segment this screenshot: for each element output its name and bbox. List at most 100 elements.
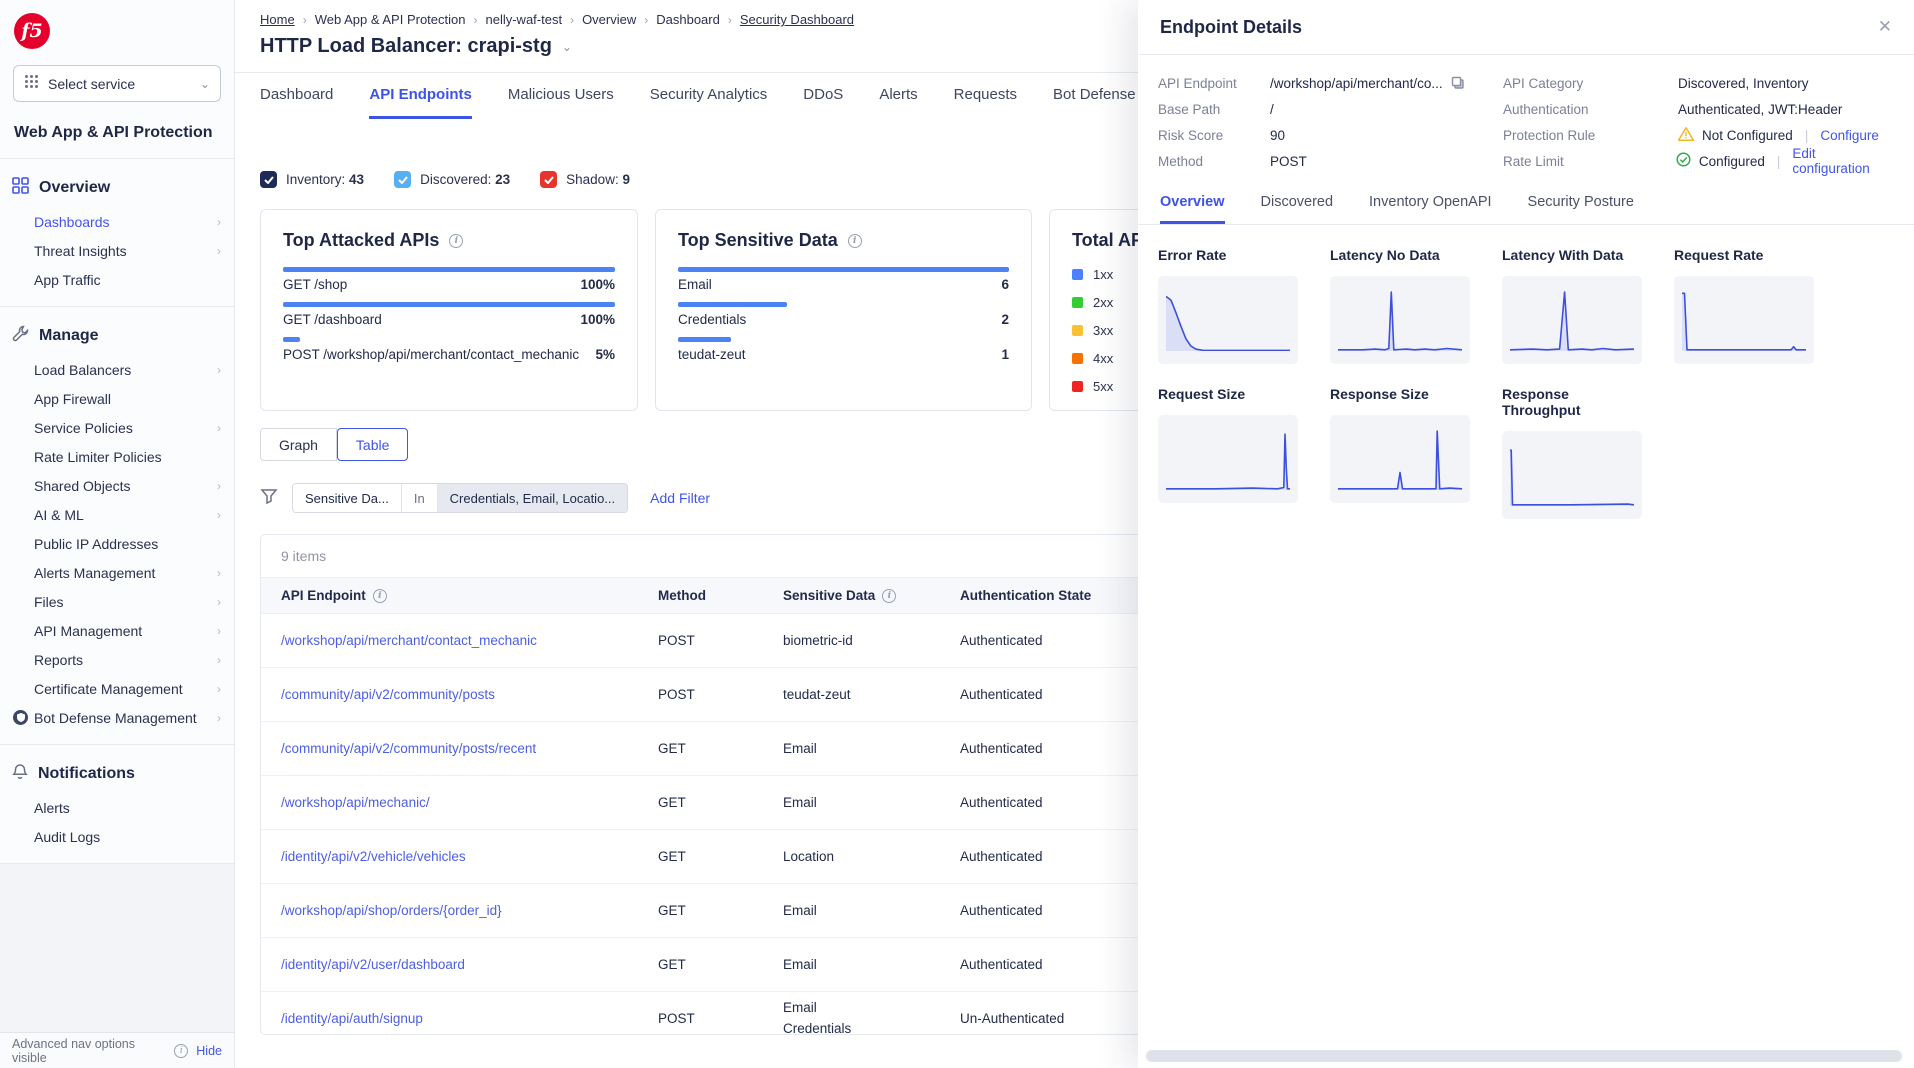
panel-tab-overview[interactable]: Overview	[1160, 183, 1225, 224]
sidebar-item-load-balancers[interactable]: Load Balancers ›	[0, 355, 234, 384]
endpoint-link[interactable]: /workshop/api/mechanic/	[281, 795, 430, 810]
nav-section-notifications: Notifications Alerts Audit Logs	[0, 745, 234, 864]
endpoint-link[interactable]: /workshop/api/shop/orders/{order_id}	[281, 903, 502, 918]
sidebar-item-threat-insights[interactable]: Threat Insights ›	[0, 236, 234, 265]
breadcrumb-waap[interactable]: Web App & API Protection	[315, 12, 466, 27]
shadow-checkbox[interactable]	[540, 171, 557, 188]
panel-title: Endpoint Details	[1160, 17, 1302, 38]
horizontal-scrollbar[interactable]	[1146, 1050, 1902, 1062]
filter-operator[interactable]: In	[401, 484, 438, 512]
bar	[283, 267, 615, 272]
breadcrumb-home[interactable]: Home	[260, 12, 295, 27]
sidebar-item-api-management[interactable]: API Management ›	[0, 616, 234, 645]
tab-dashboard[interactable]: Dashboard	[260, 73, 333, 119]
tab-bot-defense[interactable]: Bot Defense	[1053, 73, 1136, 119]
sidebar-item-label: Dashboards	[34, 214, 110, 230]
method-cell: GET	[658, 938, 783, 992]
sidebar-item-certificate-management[interactable]: Certificate Management ›	[0, 674, 234, 703]
breadcrumb-namespace[interactable]: nelly-waf-test	[485, 12, 562, 27]
col-sensitive-data: Sensitive Datai	[783, 588, 960, 603]
panel-tab-inventory-openapi[interactable]: Inventory OpenAPI	[1369, 183, 1492, 224]
filter-value[interactable]: Credentials, Email, Locatio...	[438, 484, 627, 512]
sidebar-item-app-firewall[interactable]: App Firewall	[0, 384, 234, 413]
inventory-checkbox[interactable]	[260, 171, 277, 188]
table-row[interactable]: /identity/api/auth/signup POST EmailCred…	[261, 992, 1260, 1036]
table-row[interactable]: /identity/api/v2/vehicle/vehicles GET Lo…	[261, 830, 1260, 884]
filter-field[interactable]: Sensitive Da...	[293, 484, 401, 512]
table-row[interactable]: /identity/api/v2/user/dashboard GET Emai…	[261, 938, 1260, 992]
tab-security-analytics[interactable]: Security Analytics	[650, 73, 768, 119]
title-dropdown-chevron-icon[interactable]: ⌄	[562, 40, 572, 54]
hide-link[interactable]: Hide	[196, 1044, 222, 1058]
table-row[interactable]: /workshop/api/shop/orders/{order_id} GET…	[261, 884, 1260, 938]
close-icon[interactable]: ✕	[1878, 17, 1892, 37]
sidebar-item-dashboards[interactable]: Dashboards ›	[0, 207, 234, 236]
section-overview[interactable]: Overview	[0, 173, 234, 207]
info-icon[interactable]: i	[373, 589, 387, 603]
bar	[678, 337, 731, 342]
sidebar-filler	[0, 864, 234, 1032]
sidebar-item-label: Alerts	[34, 800, 70, 816]
breadcrumb-dashboard[interactable]: Dashboard	[656, 12, 720, 27]
table-header-row: API Endpointi Method Sensitive Datai Aut…	[261, 578, 1260, 614]
copy-icon[interactable]	[1451, 76, 1465, 90]
sidebar-item-app-traffic[interactable]: App Traffic	[0, 265, 234, 294]
sidebar-item-files[interactable]: Files ›	[0, 587, 234, 616]
sidebar-item-service-policies[interactable]: Service Policies ›	[0, 413, 234, 442]
top-sensitive-data-card: Top Sensitive Datai Email6 Credentials2 …	[655, 209, 1032, 411]
sidebar-item-reports[interactable]: Reports ›	[0, 645, 234, 674]
sidebar-item-ai-ml[interactable]: AI & ML ›	[0, 500, 234, 529]
sidebar-item-public-ip-addresses[interactable]: Public IP Addresses	[0, 529, 234, 558]
sidebar-item-label: Audit Logs	[34, 829, 100, 845]
sidebar-item-audit-logs[interactable]: Audit Logs	[0, 822, 234, 851]
sidebar-item-bot-defense-management[interactable]: Bot Defense Management ›	[0, 703, 234, 732]
tab-requests[interactable]: Requests	[954, 73, 1017, 119]
sidebar-item-alerts[interactable]: Alerts	[0, 793, 234, 822]
tab-alerts[interactable]: Alerts	[879, 73, 917, 119]
tab-api-endpoints[interactable]: API Endpoints	[369, 73, 472, 119]
table-row[interactable]: /community/api/v2/community/posts POST t…	[261, 668, 1260, 722]
table-row[interactable]: /workshop/api/mechanic/ GET Email Authen…	[261, 776, 1260, 830]
endpoint-link[interactable]: /community/api/v2/community/posts/recent	[281, 741, 536, 756]
graph-view-button[interactable]: Graph	[260, 428, 337, 461]
endpoint-link[interactable]: /community/api/v2/community/posts	[281, 687, 495, 702]
endpoint-link[interactable]: /identity/api/auth/signup	[281, 1011, 423, 1026]
endpoint-link[interactable]: /workshop/api/merchant/contact_mechanic	[281, 633, 537, 648]
endpoint-link[interactable]: /identity/api/v2/vehicle/vehicles	[281, 849, 466, 864]
bar-value: 2	[1001, 312, 1009, 327]
edit-configuration-link[interactable]: Edit configuration	[1792, 146, 1894, 176]
sidebar-item-alerts-management[interactable]: Alerts Management ›	[0, 558, 234, 587]
add-filter-button[interactable]: Add Filter	[650, 490, 710, 506]
sensitive-cell: Email	[783, 938, 960, 992]
section-manage[interactable]: Manage	[0, 321, 234, 355]
panel-tab-security-posture[interactable]: Security Posture	[1528, 183, 1634, 224]
breadcrumb-overview[interactable]: Overview	[582, 12, 636, 27]
table-row[interactable]: /community/api/v2/community/posts/recent…	[261, 722, 1260, 776]
detail-base-path: Base Path /	[1158, 99, 1503, 119]
endpoint-details-panel: Endpoint Details ✕ API Endpoint /worksho…	[1138, 0, 1914, 1068]
sidebar-item-shared-objects[interactable]: Shared Objects ›	[0, 471, 234, 500]
discovered-checkbox[interactable]	[394, 171, 411, 188]
legend-label: 4xx	[1093, 351, 1113, 366]
bar-value: 1	[1001, 347, 1009, 362]
section-notifications[interactable]: Notifications	[0, 759, 234, 793]
table-view-button[interactable]: Table	[337, 428, 408, 461]
service-selector[interactable]: Select service ⌄	[13, 65, 221, 102]
f5-logo[interactable]: f5	[14, 13, 50, 49]
endpoint-link[interactable]: /identity/api/v2/user/dashboard	[281, 957, 465, 972]
tab-malicious-users[interactable]: Malicious Users	[508, 73, 614, 119]
breadcrumb-security-dashboard[interactable]: Security Dashboard	[740, 12, 854, 27]
check-circle-icon	[1676, 152, 1691, 170]
configure-link[interactable]: Configure	[1820, 128, 1879, 143]
info-icon[interactable]: i	[174, 1044, 188, 1058]
endpoints-table: 9 items API Endpointi Method Sensitive D…	[260, 534, 1260, 1035]
bar	[283, 337, 300, 342]
tab-ddos[interactable]: DDoS	[803, 73, 843, 119]
info-icon[interactable]: i	[882, 589, 896, 603]
sidebar-item-rate-limiter-policies[interactable]: Rate Limiter Policies	[0, 442, 234, 471]
panel-tab-discovered[interactable]: Discovered	[1261, 183, 1334, 224]
page-title: HTTP Load Balancer: crapi-stg	[260, 35, 552, 58]
table-row[interactable]: /workshop/api/merchant/contact_mechanic …	[261, 614, 1260, 668]
info-icon[interactable]: i	[449, 234, 463, 248]
info-icon[interactable]: i	[848, 234, 862, 248]
